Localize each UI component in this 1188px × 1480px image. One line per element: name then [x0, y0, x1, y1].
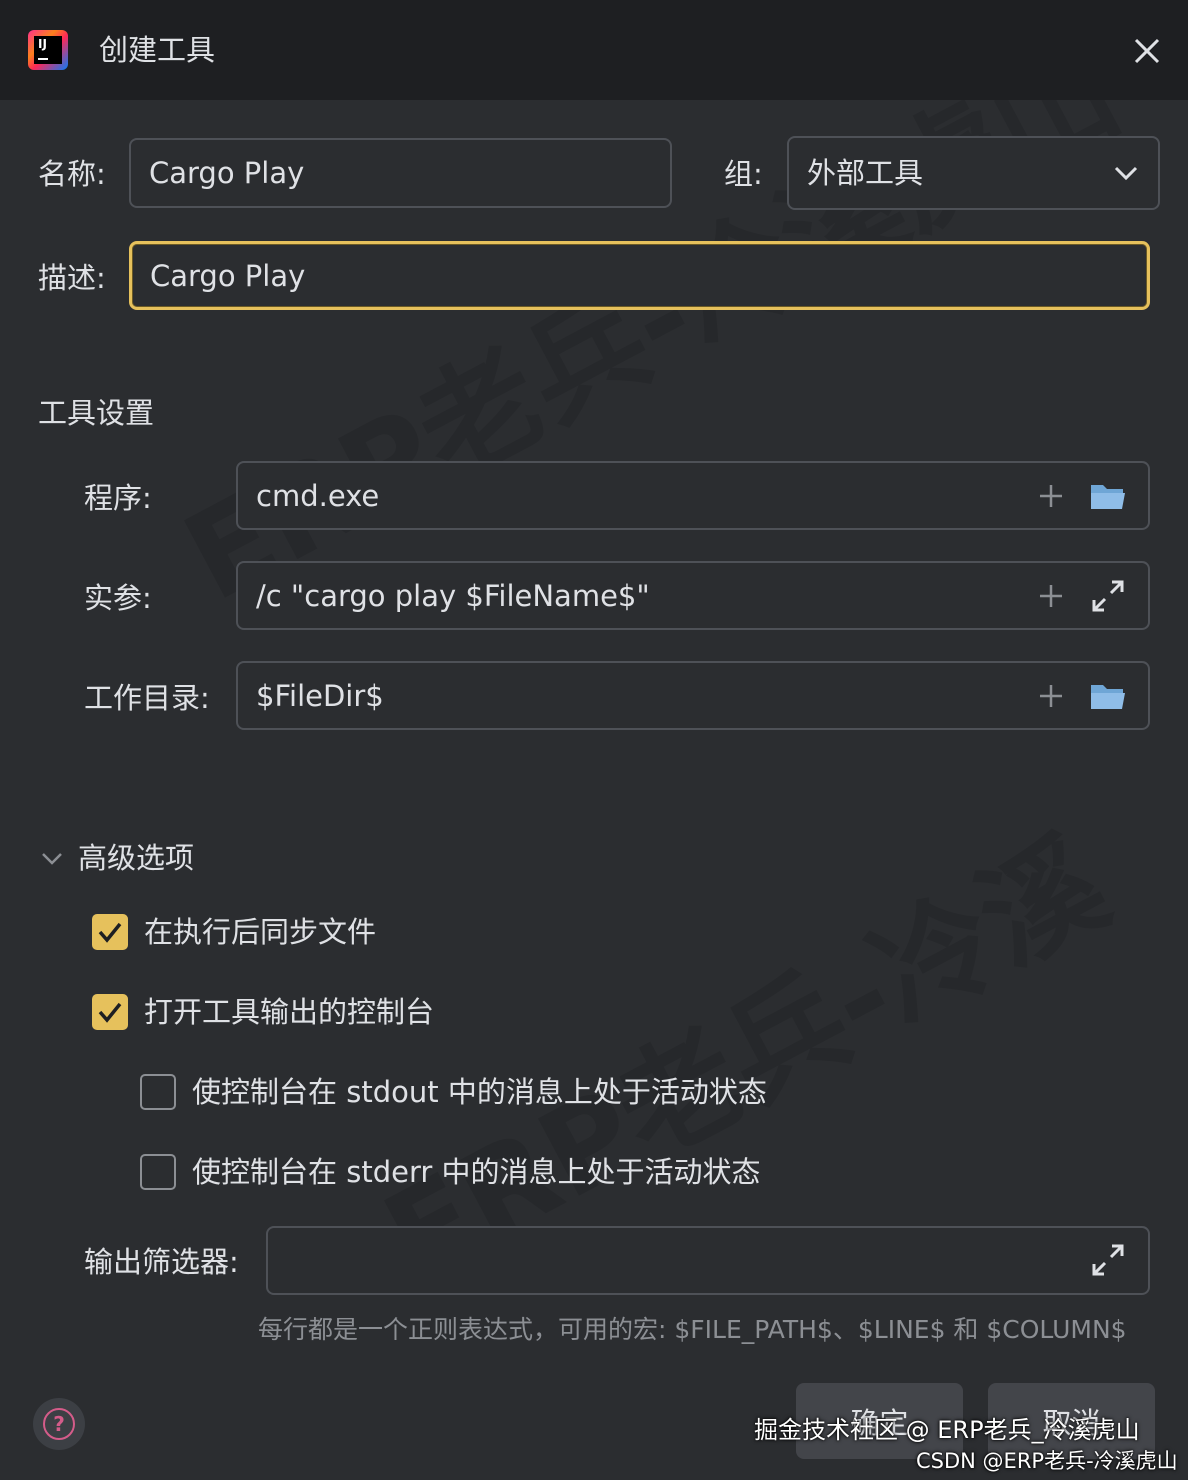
- check-icon: [98, 1002, 122, 1023]
- program-input-value: cmd.exe: [256, 478, 380, 513]
- workdir-insert-macro-button[interactable]: [1031, 676, 1071, 716]
- help-button[interactable]: ?: [33, 1398, 85, 1450]
- activate-on-stderr-label[interactable]: 使控制台在 stderr 中的消息上处于活动状态: [192, 1152, 761, 1192]
- arguments-label: 实参:: [84, 581, 152, 615]
- arguments-insert-macro-button[interactable]: [1031, 576, 1071, 616]
- app-logo-icon: IJ: [28, 30, 68, 70]
- plus-icon: [1040, 485, 1062, 507]
- description-input-value: Cargo Play: [150, 258, 306, 293]
- group-select-value: 外部工具: [807, 156, 924, 190]
- folder-icon: [1091, 485, 1125, 509]
- name-label: 名称:: [38, 157, 106, 191]
- plus-icon: [1040, 685, 1062, 707]
- open-console-checkbox[interactable]: [92, 994, 128, 1030]
- window-title: 创建工具: [99, 33, 216, 67]
- program-label: 程序:: [84, 481, 152, 515]
- advanced-options-toggle[interactable]: 高级选项: [34, 838, 224, 878]
- folder-icon: [1091, 685, 1125, 709]
- output-filter-input[interactable]: [266, 1226, 1150, 1295]
- advanced-options-title: 高级选项: [78, 841, 195, 875]
- output-filter-hint: 每行都是一个正则表达式，可用的宏: $FILE_PATH$、$LINE$ 和 $…: [258, 1315, 1127, 1344]
- output-filter-expand-button[interactable]: [1088, 1240, 1128, 1280]
- sync-files-checkbox[interactable]: [92, 914, 128, 950]
- working-directory-input-value: $FileDir$: [256, 678, 384, 713]
- close-button[interactable]: [1128, 32, 1166, 70]
- expand-icon: [1092, 1244, 1124, 1276]
- working-directory-input[interactable]: $FileDir$: [236, 661, 1150, 730]
- program-browse-button[interactable]: [1088, 476, 1128, 516]
- description-input[interactable]: Cargo Play: [129, 241, 1150, 310]
- expand-icon: [1092, 580, 1124, 612]
- tool-settings-title: 工具设置: [38, 396, 155, 430]
- group-label: 组:: [724, 157, 763, 191]
- check-icon: [98, 922, 122, 943]
- chevron-down-icon: [42, 853, 62, 865]
- program-insert-macro-button[interactable]: [1031, 476, 1071, 516]
- group-select[interactable]: 外部工具: [787, 136, 1160, 210]
- question-icon: ?: [43, 1408, 75, 1440]
- activate-on-stdout-checkbox[interactable]: [140, 1074, 176, 1110]
- activate-on-stdout-label[interactable]: 使控制台在 stdout 中的消息上处于活动状态: [192, 1072, 767, 1112]
- workdir-browse-button[interactable]: [1088, 676, 1128, 716]
- plus-icon: [1040, 585, 1062, 607]
- arguments-input-value: /c "cargo play $FileName$": [256, 578, 650, 613]
- chevron-down-icon: [1114, 166, 1138, 181]
- close-icon: [1134, 38, 1160, 64]
- title-bar: IJ 创建工具: [0, 0, 1188, 100]
- name-input[interactable]: Cargo Play: [129, 138, 672, 208]
- description-label: 描述:: [38, 261, 106, 295]
- arguments-expand-button[interactable]: [1088, 576, 1128, 616]
- working-directory-label: 工作目录:: [84, 681, 210, 715]
- arguments-input[interactable]: /c "cargo play $FileName$": [236, 561, 1150, 630]
- activate-on-stderr-checkbox[interactable]: [140, 1154, 176, 1190]
- output-filter-label: 输出筛选器:: [84, 1245, 239, 1279]
- sync-files-label[interactable]: 在执行后同步文件: [144, 912, 376, 952]
- program-input[interactable]: cmd.exe: [236, 461, 1150, 530]
- name-input-value: Cargo Play: [149, 156, 305, 190]
- csdn-watermark: CSDN @ERP老兵-冷溪虎山: [916, 1449, 1178, 1473]
- open-console-label[interactable]: 打开工具输出的控制台: [144, 992, 434, 1032]
- juejin-watermark: 掘金技术社区 @ ERP老兵_冷溪虎山: [754, 1416, 1140, 1444]
